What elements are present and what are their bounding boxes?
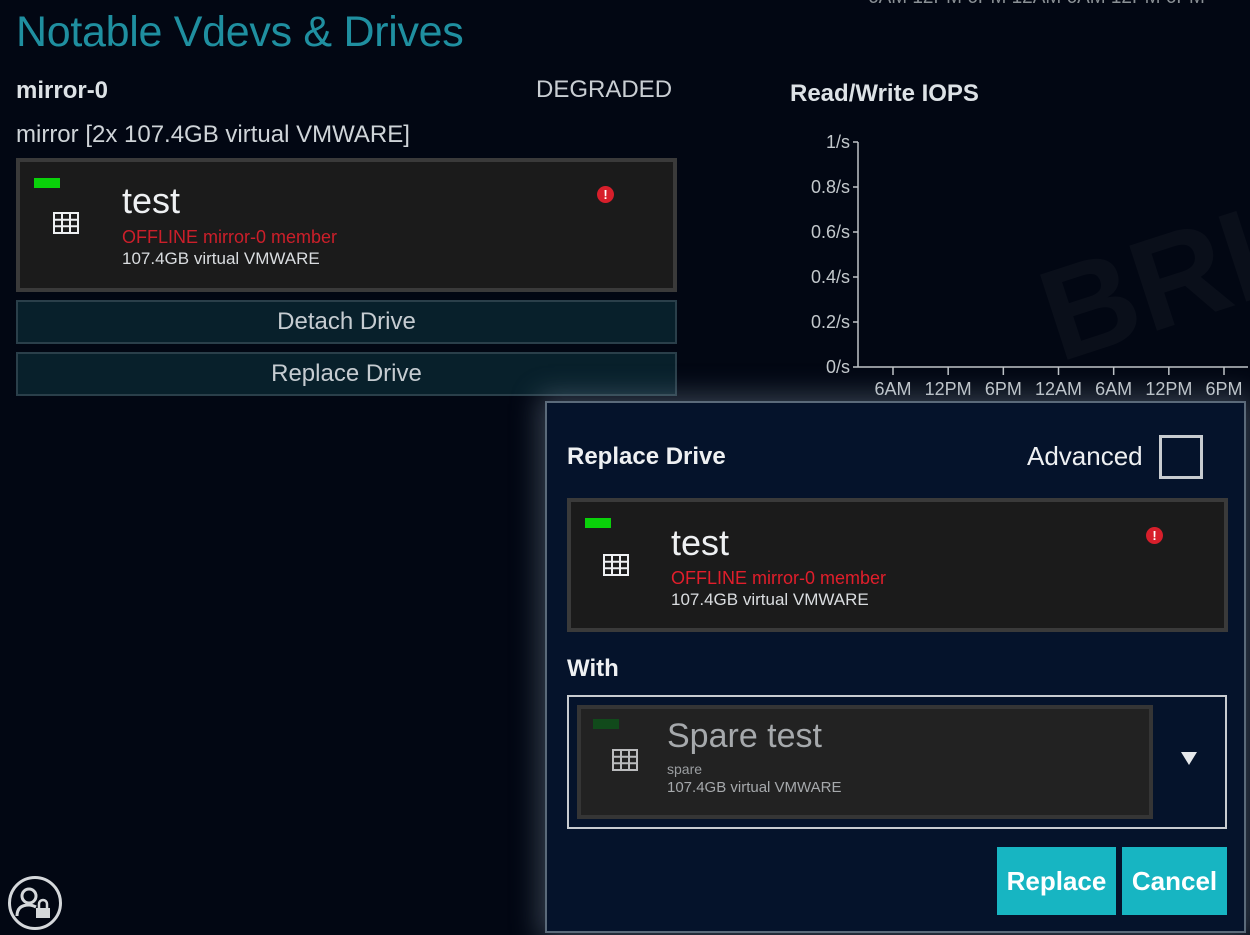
x-tick-label: 6PM (1205, 379, 1242, 399)
chart-title: Read/Write IOPS (790, 80, 979, 107)
alert-circle-icon: ! (1146, 527, 1163, 544)
x-tick-label: 12PM (925, 379, 972, 399)
with-label: With (567, 655, 619, 682)
advanced-label: Advanced (1027, 441, 1143, 471)
drive-size: 107.4GB virtual VMWARE (671, 590, 869, 609)
y-tick-label: 0.6/s (811, 222, 850, 242)
y-tick-label: 0.4/s (811, 267, 850, 287)
chart-top-tick-labels: 6AM 12PM 6PM 12AM 6AM 12PM 6PM (868, 0, 1205, 9)
x-tick-label: 12PM (1145, 379, 1192, 399)
vdev-description: mirror [2x 107.4GB virtual VMWARE] (16, 121, 410, 148)
y-tick-label: 0/s (826, 357, 850, 377)
replace-drive-button[interactable]: Replace Drive (16, 352, 677, 396)
user-lock-icon[interactable] (8, 876, 62, 930)
drive-state: OFFLINE mirror-0 member (671, 568, 887, 588)
advanced-checkbox[interactable] (1159, 435, 1203, 479)
y-tick-label: 1/s (826, 132, 850, 152)
x-tick-label: 12AM (1035, 379, 1082, 399)
page-title: Notable Vdevs & Drives (16, 8, 464, 56)
alert-circle-icon: ! (597, 186, 614, 203)
drive-led-indicator (585, 518, 611, 528)
vdev-name: mirror-0 (16, 77, 109, 104)
selected-spare-drive-card: Spare test spare 107.4GB virtual VMWARE (577, 705, 1153, 819)
drive-grid-icon (612, 749, 638, 771)
spare-drive-select[interactable]: Spare test spare 107.4GB virtual VMWARE (567, 695, 1227, 829)
x-tick-label: 6AM (1095, 379, 1132, 399)
y-tick-label: 0.2/s (811, 312, 850, 332)
drive-grid-icon (53, 212, 79, 234)
spare-drive-name: Spare test (667, 717, 822, 755)
chevron-down-icon[interactable] (1181, 752, 1197, 765)
drive-grid-icon (603, 554, 629, 576)
dialog-drive-card: test OFFLINE mirror-0 member 107.4GB vir… (567, 498, 1228, 632)
cancel-button[interactable]: Cancel (1122, 847, 1227, 915)
x-tick-label: 6PM (985, 379, 1022, 399)
spare-drive-role: spare (667, 761, 703, 777)
x-tick-label: 6AM (874, 379, 911, 399)
spare-drive-size: 107.4GB virtual VMWARE (667, 779, 842, 796)
drive-size: 107.4GB virtual VMWARE (122, 249, 320, 268)
drive-card[interactable]: test OFFLINE mirror-0 member 107.4GB vir… (16, 158, 677, 292)
drive-state: OFFLINE mirror-0 member (122, 227, 338, 247)
drive-name: test (671, 522, 730, 563)
iops-chart: 1/s 0.8/s 0.6/s 0.4/s 0.2/s 0/s 6AM 12PM 6PM 12AM… (811, 132, 1248, 399)
drive-led-indicator (593, 719, 619, 729)
drive-led-indicator (34, 178, 60, 188)
replace-button[interactable]: Replace (997, 847, 1116, 915)
dialog-title: Replace Drive (567, 443, 726, 470)
replace-drive-dialog: Replace Drive Advanced test OFFLINE mirr… (545, 401, 1246, 933)
vdev-status: DEGRADED (536, 76, 673, 103)
y-tick-label: 0.8/s (811, 177, 850, 197)
drive-name: test (122, 180, 181, 221)
detach-drive-button[interactable]: Detach Drive (16, 300, 677, 344)
